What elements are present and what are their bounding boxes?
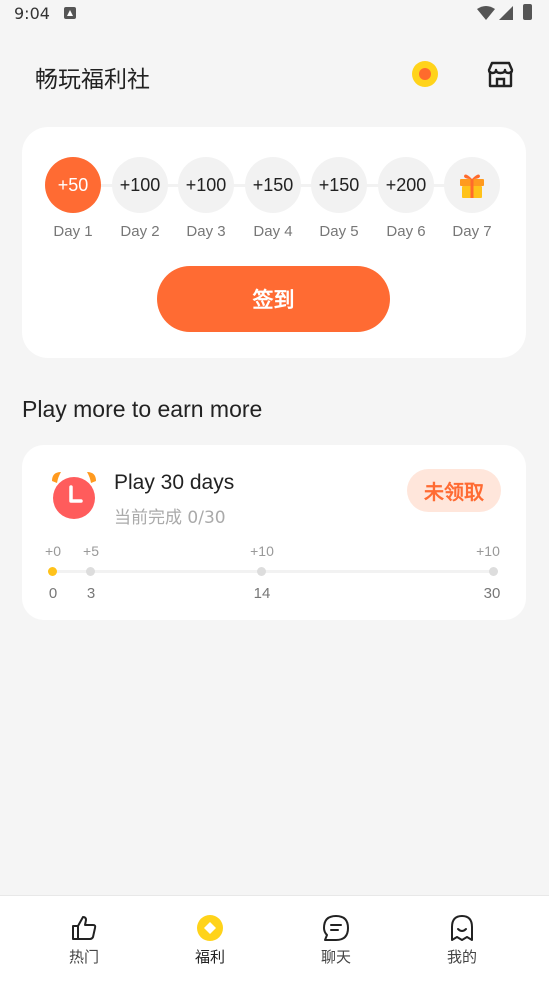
gift-icon (460, 174, 484, 198)
checkin-day-3[interactable]: +100 Day 3 (178, 157, 234, 240)
day-reward-gift (444, 157, 500, 213)
day-reward: +150 (245, 157, 301, 213)
day-reward: +150 (311, 157, 367, 213)
section-title: Play more to earn more (22, 396, 263, 422)
milestone-reward: +5 (83, 543, 99, 559)
milestone-track (52, 570, 494, 573)
day-label: Day 7 (452, 223, 492, 240)
nav-label: 聊天 (320, 948, 351, 966)
ghost-profile-icon (451, 915, 473, 941)
status-time: 9:04 (14, 4, 50, 23)
milestone-day: 30 (483, 585, 501, 602)
milestone-day: 3 (86, 585, 96, 602)
milestone-dot (489, 567, 498, 576)
battery-icon (523, 4, 532, 20)
checkin-day-4[interactable]: +150 Day 4 (245, 157, 301, 240)
day-reward: +50 (45, 157, 101, 213)
milestone-dot-done (48, 567, 57, 576)
milestone-reward: +10 (476, 543, 500, 559)
wifi-icon (477, 6, 495, 20)
day-label: Day 1 (53, 223, 93, 240)
nav-item-chat[interactable]: 聊天 (301, 914, 371, 967)
store-icon[interactable] (486, 60, 515, 89)
alarm-clock-icon (52, 472, 96, 519)
bottom-nav: 热门 福利 聊天 我的 (0, 895, 549, 981)
coin-icon[interactable] (412, 61, 438, 87)
checkin-day-1[interactable]: +50 Day 1 (45, 157, 101, 240)
nav-item-mine[interactable]: 我的 (427, 914, 497, 967)
nav-item-welfare[interactable]: 福利 (175, 914, 245, 967)
milestone-day: 0 (48, 585, 58, 602)
day-label: Day 5 (319, 223, 359, 240)
day-reward: +100 (112, 157, 168, 213)
day-label: Day 3 (186, 223, 226, 240)
checkin-card: +50 Day 1 +100 Day 2 +100 Day 3 +150 Day… (22, 127, 526, 358)
notification-icon (64, 7, 76, 19)
checkin-day-2[interactable]: +100 Day 2 (112, 157, 168, 240)
nav-item-hot[interactable]: 热门 (49, 914, 119, 967)
checkin-button[interactable]: 签到 (157, 266, 390, 332)
coin-icon (197, 915, 223, 941)
milestone-reward: +10 (250, 543, 274, 559)
checkin-day-7[interactable]: Day 7 (444, 157, 500, 240)
day-label: Day 4 (253, 223, 293, 240)
checkin-day-5[interactable]: +150 Day 5 (311, 157, 367, 240)
day-label: Day 6 (386, 223, 426, 240)
milestone-dot (257, 567, 266, 576)
status-bar: 9:04 (0, 0, 549, 28)
task-title: Play 30 days (114, 471, 235, 494)
nav-label: 福利 (194, 948, 225, 966)
day-reward: +100 (178, 157, 234, 213)
milestone-dot (86, 567, 95, 576)
day-reward: +200 (378, 157, 434, 213)
nav-label: 热门 (68, 948, 99, 966)
chat-icon (323, 915, 349, 941)
page-title: 畅玩福利社 (35, 67, 150, 93)
checkin-day-6[interactable]: +200 Day 6 (378, 157, 434, 240)
claim-button[interactable]: 未领取 (407, 469, 501, 512)
day-label: Day 2 (120, 223, 160, 240)
signal-icon (499, 6, 513, 20)
nav-label: 我的 (446, 948, 477, 966)
milestone-reward: +0 (45, 543, 61, 559)
thumbs-up-icon (72, 916, 97, 940)
task-progress-text: 当前完成 0/30 (114, 508, 226, 528)
task-card: Play 30 days 当前完成 0/30 未领取 +0 +5 +10 +10… (22, 445, 526, 620)
milestone-day: 14 (253, 585, 271, 602)
